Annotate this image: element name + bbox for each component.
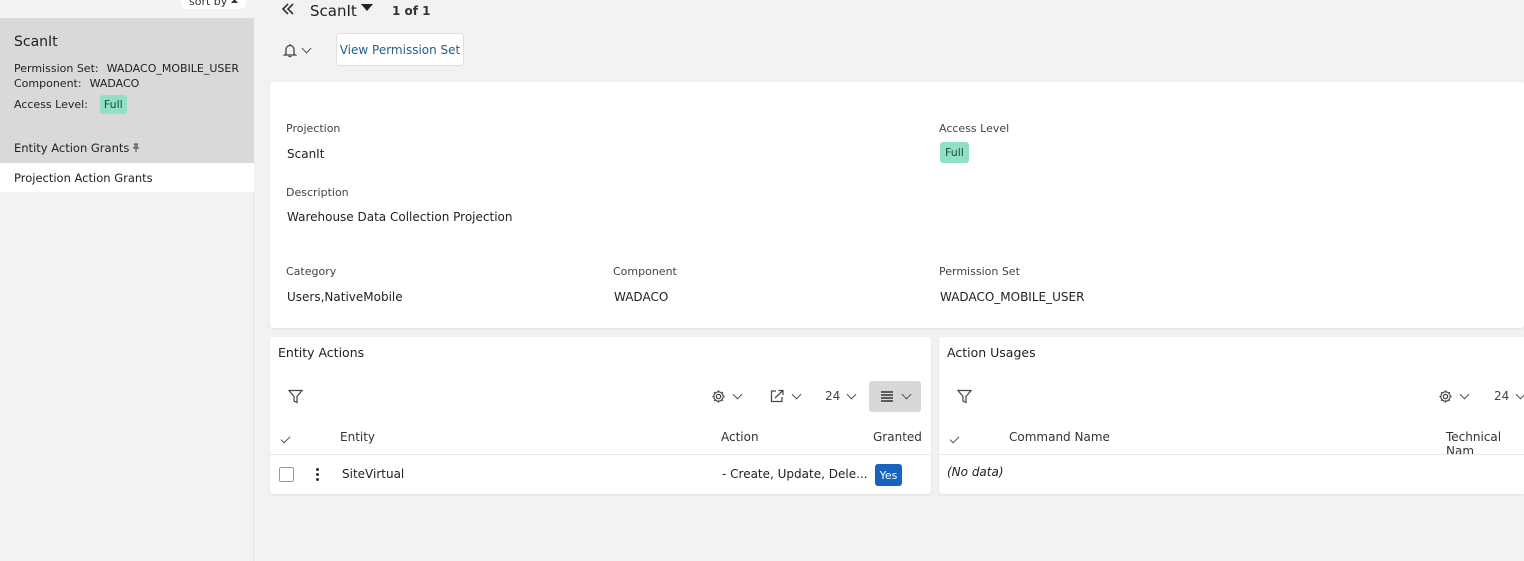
- permission-set-label: Permission Set: [939, 265, 1020, 278]
- component-value: WADACO: [89, 77, 140, 90]
- double-chevron-left-icon: [281, 3, 294, 15]
- permission-set-value: WADACO_MOBILE_USER: [940, 290, 1085, 304]
- select-all-check-icon[interactable]: [949, 433, 960, 444]
- nav-projection-action-grants[interactable]: Projection Action Grants: [0, 163, 254, 192]
- component-label: Component: [613, 265, 677, 278]
- column-header-granted[interactable]: Granted: [873, 430, 922, 444]
- entity-actions-title: Entity Actions: [278, 345, 365, 360]
- gear-icon: [1439, 390, 1452, 403]
- permission-set-key: Permission Set:: [14, 62, 99, 75]
- title-dropdown-caret-icon[interactable]: [361, 4, 373, 11]
- nav-projection-action-grants-label: Projection Action Grants: [14, 170, 153, 185]
- record-card-access-level: Access Level: Full: [14, 95, 127, 114]
- collapse-navigation-button[interactable]: [281, 1, 295, 20]
- filter-icon: [288, 389, 303, 404]
- header-divider: [270, 454, 931, 455]
- entity-actions-panel: Entity Actions 24 Entity Action Granted …: [270, 337, 931, 494]
- description-value: Warehouse Data Collection Projection: [287, 210, 513, 224]
- cell-action: - Create, Update, Dele...: [722, 467, 868, 481]
- row-actions-kebab-icon[interactable]: [316, 468, 319, 481]
- view-permission-set-button[interactable]: View Permission Set: [336, 33, 464, 66]
- sort-by-button[interactable]: sort by: [181, 0, 247, 9]
- column-header-entity[interactable]: Entity: [340, 430, 375, 444]
- granted-badge: Yes: [875, 464, 902, 486]
- access-level-badge: Full: [99, 95, 127, 114]
- permission-set-value: WADACO_MOBILE_USER: [106, 62, 240, 75]
- page-title: ScanIt: [310, 2, 357, 20]
- record-card-title: ScanIt: [14, 34, 58, 50]
- chevron-down-icon: [301, 43, 312, 53]
- access-level-key: Access Level:: [14, 98, 88, 111]
- nav-entity-action-grants-label: Entity Action Grants: [14, 141, 130, 155]
- chevron-down-icon: [1515, 389, 1524, 399]
- settings-menu-button[interactable]: [1438, 389, 1470, 404]
- cell-entity: SiteVirtual: [342, 467, 405, 481]
- category-label: Category: [286, 265, 337, 278]
- projection-detail-panel: Projection ScanIt Access Level Full Desc…: [270, 82, 1524, 328]
- page-size-selector[interactable]: 24: [825, 389, 857, 403]
- chevron-down-icon: [846, 389, 857, 399]
- component-key: Component:: [14, 77, 82, 90]
- export-icon: [770, 389, 784, 403]
- record-card-permission-set: Permission Set: WADACO_MOBILE_USER: [14, 62, 239, 75]
- access-level-badge: Full: [940, 142, 969, 163]
- bell-icon: [283, 43, 297, 57]
- record-card-component: Component: WADACO: [14, 77, 139, 90]
- empty-state-text: (No data): [947, 465, 1004, 479]
- projection-label: Projection: [286, 122, 341, 135]
- projection-value: ScanIt: [287, 147, 325, 161]
- view-mode-toggle[interactable]: [869, 381, 921, 412]
- component-value: WADACO: [614, 290, 669, 304]
- row-checkbox[interactable]: [279, 467, 294, 482]
- chevron-down-icon: [732, 389, 743, 400]
- action-usages-panel: Action Usages 24 Command Name Technical …: [939, 337, 1524, 494]
- description-label: Description: [286, 186, 349, 199]
- filter-icon: [957, 389, 972, 404]
- column-header-action[interactable]: Action: [721, 430, 759, 444]
- sort-by-label: sort by: [189, 0, 228, 8]
- chevron-down-icon: [1459, 389, 1470, 400]
- left-navigation: sort by ScanIt Permission Set: WADACO_MO…: [0, 0, 254, 561]
- chevron-down-icon: [901, 389, 911, 400]
- sort-bar: sort by: [0, 0, 254, 18]
- pin-icon[interactable]: [132, 143, 140, 153]
- record-card[interactable]: ScanIt Permission Set: WADACO_MOBILE_USE…: [0, 18, 254, 163]
- record-count: 1 of 1: [392, 4, 431, 18]
- notifications-button[interactable]: [283, 40, 313, 60]
- page-size-value: 24: [825, 389, 841, 403]
- export-menu-button[interactable]: [770, 389, 802, 403]
- filter-button[interactable]: [957, 389, 972, 404]
- gear-icon: [712, 390, 725, 403]
- action-usages-title: Action Usages: [947, 345, 1036, 360]
- page-size-selector[interactable]: 24: [1494, 389, 1524, 403]
- sort-caret-icon: [231, 0, 239, 3]
- nav-entity-action-grants[interactable]: Entity Action Grants: [14, 141, 140, 155]
- list-view-icon: [880, 391, 893, 402]
- settings-menu-button[interactable]: [711, 389, 743, 404]
- column-header-command-name[interactable]: Command Name: [1009, 430, 1110, 444]
- select-all-check-icon[interactable]: [280, 433, 291, 444]
- page-size-value: 24: [1494, 389, 1510, 403]
- filter-button[interactable]: [288, 389, 303, 404]
- access-level-label: Access Level: [939, 122, 1010, 135]
- chevron-down-icon: [791, 389, 802, 399]
- category-value: Users,NativeMobile: [287, 290, 403, 304]
- header-divider: [939, 454, 1524, 455]
